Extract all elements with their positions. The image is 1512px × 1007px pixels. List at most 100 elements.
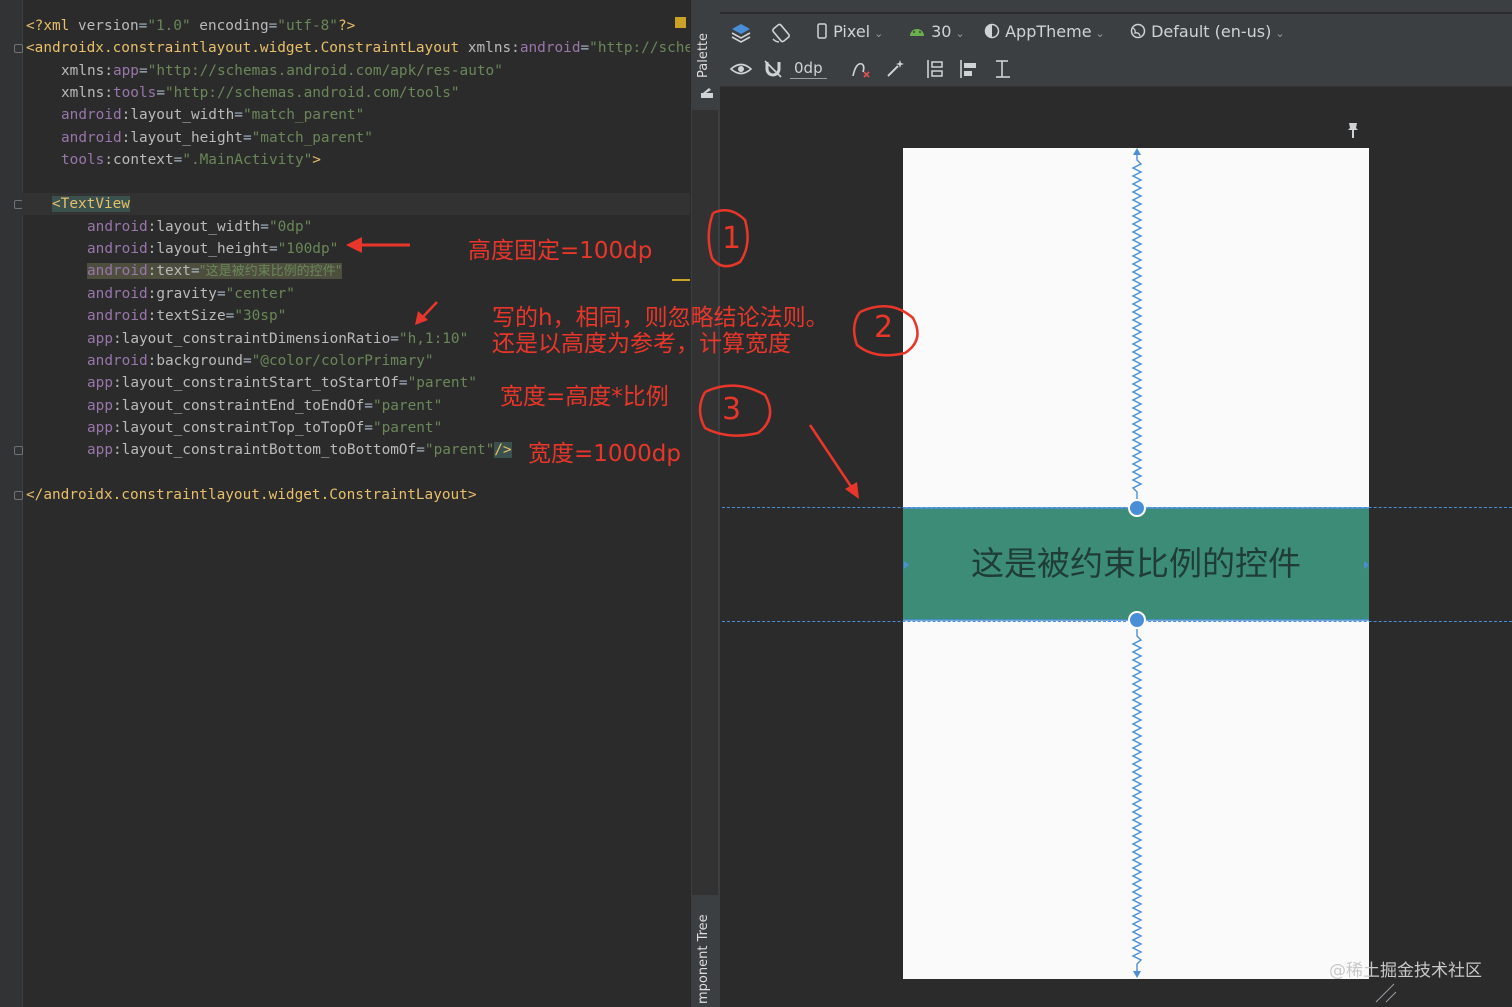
clear-constraints-icon[interactable] bbox=[850, 58, 870, 78]
editor-gutter bbox=[0, 0, 23, 1007]
tok: <TextView bbox=[52, 196, 130, 212]
tok: android bbox=[519, 40, 581, 56]
pack-icon[interactable] bbox=[924, 58, 944, 78]
bottom-guide-line bbox=[722, 621, 1512, 622]
code-line-8: <TextView bbox=[52, 193, 130, 215]
globe-icon bbox=[1130, 23, 1146, 39]
theme-selector[interactable]: AppTheme ⌄ bbox=[984, 14, 1105, 50]
pin-icon[interactable] bbox=[1346, 121, 1360, 139]
palette-icon[interactable] bbox=[700, 84, 714, 98]
tok: :text bbox=[147, 263, 191, 279]
annotation-rule-line2: 还是以高度为参考，计算宽度 bbox=[492, 331, 791, 357]
tok: xmlns: bbox=[467, 40, 520, 56]
tok: = bbox=[225, 308, 235, 324]
tok: android bbox=[87, 353, 148, 369]
tok: = bbox=[268, 241, 278, 257]
eye-icon[interactable] bbox=[729, 58, 753, 78]
tok: </androidx.constraintlayout.widget.Const… bbox=[26, 487, 477, 503]
chevron-down-icon: ⌄ bbox=[874, 27, 884, 40]
tok: :layout_height bbox=[147, 241, 269, 257]
tok: :background bbox=[147, 353, 243, 369]
tok: tools bbox=[112, 85, 157, 101]
align-icon[interactable] bbox=[958, 58, 978, 78]
tok: = bbox=[242, 353, 252, 369]
device-label: Pixel bbox=[833, 22, 871, 41]
tok: "match_parent" bbox=[242, 107, 365, 123]
tok: = bbox=[398, 375, 408, 391]
api-level-selector[interactable]: 30 ⌄ bbox=[908, 14, 965, 50]
chevron-down-icon: ⌄ bbox=[1095, 27, 1105, 40]
tok: :textSize bbox=[147, 308, 226, 324]
default-margin-field[interactable]: 0dp bbox=[790, 50, 827, 86]
tok: :layout_width bbox=[121, 107, 235, 123]
code-line-7: tools:context=".MainActivity"> bbox=[61, 149, 321, 171]
tok: tools bbox=[61, 152, 105, 168]
tok: = bbox=[416, 442, 425, 458]
tok: = bbox=[234, 107, 243, 123]
tok: "parent" bbox=[372, 420, 443, 436]
tok: app bbox=[87, 331, 113, 347]
tok: app bbox=[112, 63, 139, 79]
palette-tab[interactable]: Palette bbox=[696, 33, 711, 78]
tok: xmlns: bbox=[61, 85, 113, 101]
watermark: @稀土掘金技术社区 bbox=[1329, 961, 1482, 981]
annotation-width-value: 宽度=1000dp bbox=[528, 441, 682, 467]
tok: "1.0" bbox=[147, 18, 191, 34]
textview-preview[interactable]: 这是被约束比例的控件 bbox=[903, 508, 1369, 620]
tok: android bbox=[61, 130, 122, 146]
component-tree-tab[interactable]: mponent Tree bbox=[696, 914, 711, 1004]
device-selector[interactable]: Pixel ⌄ bbox=[816, 14, 883, 50]
tok: "parent" bbox=[424, 442, 495, 458]
design-toolbar-2: 0dp bbox=[720, 50, 1512, 87]
annotation-width-formula: 宽度=高度*比例 bbox=[500, 384, 669, 410]
tok: "parent" bbox=[372, 398, 443, 414]
magnet-off-icon[interactable] bbox=[762, 58, 782, 78]
code-line-13: android:textSize="30sp" bbox=[87, 305, 286, 327]
annotation-mark-1: 1 bbox=[722, 221, 742, 256]
fold-marker[interactable] bbox=[14, 491, 23, 500]
locale-selector[interactable]: Default (en-us) ⌄ bbox=[1130, 14, 1285, 50]
tok: :layout_constraintEnd_toEndOf bbox=[113, 398, 365, 414]
code-line-2: <androidx.constraintlayout.widget.Constr… bbox=[26, 37, 690, 59]
tok: <?xml bbox=[26, 18, 78, 34]
code-line-19: app:layout_constraintBottom_toBottomOf="… bbox=[87, 439, 512, 461]
code-editor[interactable]: <?xml version="1.0" encoding="utf-8"?> <… bbox=[0, 0, 690, 1007]
textview-text: 这是被约束比例的控件 bbox=[971, 544, 1301, 583]
layers-icon[interactable] bbox=[730, 22, 751, 43]
tok: ?> bbox=[337, 18, 356, 34]
code-line-1: <?xml version="1.0" encoding="utf-8"?> bbox=[26, 15, 355, 37]
guidelines-icon[interactable] bbox=[992, 58, 1012, 78]
magic-wand-icon[interactable] bbox=[884, 58, 904, 78]
tok: = bbox=[268, 18, 278, 34]
tok: "utf-8" bbox=[277, 18, 338, 34]
tok: > bbox=[312, 152, 321, 168]
theme-label: AppTheme bbox=[1005, 22, 1092, 41]
tok: app bbox=[87, 398, 113, 414]
theme-icon bbox=[984, 23, 1000, 39]
tok: :layout_constraintDimensionRatio bbox=[113, 331, 391, 347]
side-scroll-track[interactable] bbox=[692, 110, 718, 895]
code-line-17: app:layout_constraintEnd_toEndOf="parent… bbox=[87, 395, 442, 417]
tok: = bbox=[190, 263, 200, 279]
window-top-strip bbox=[720, 0, 1512, 12]
tok: "http://schemas.android.com/apk/res-auto… bbox=[147, 63, 503, 79]
tok: android bbox=[87, 308, 148, 324]
tok: "center" bbox=[225, 286, 295, 302]
tok: :context bbox=[104, 152, 174, 168]
warning-marker[interactable] bbox=[675, 17, 686, 28]
annotation-mark-3: 3 bbox=[722, 392, 742, 427]
orientation-icon[interactable] bbox=[770, 22, 790, 43]
code-line-3: xmlns:app="http://schemas.android.com/ap… bbox=[61, 60, 503, 82]
tok: <androidx.constraintlayout.widget.Constr… bbox=[26, 40, 468, 56]
fold-marker[interactable] bbox=[14, 44, 23, 53]
top-guide-line bbox=[722, 507, 1512, 508]
tok: ".MainActivity" bbox=[182, 152, 313, 168]
tok: :layout_width bbox=[147, 219, 261, 235]
phone-icon bbox=[817, 23, 827, 39]
tok: = bbox=[364, 420, 373, 436]
tok: app bbox=[87, 420, 113, 436]
fold-marker[interactable] bbox=[14, 446, 23, 455]
code-line-14: app:layout_constraintDimensionRatio="h,1… bbox=[87, 328, 468, 350]
chevron-down-icon: ⌄ bbox=[955, 27, 965, 40]
chevron-down-icon: ⌄ bbox=[1275, 27, 1285, 40]
